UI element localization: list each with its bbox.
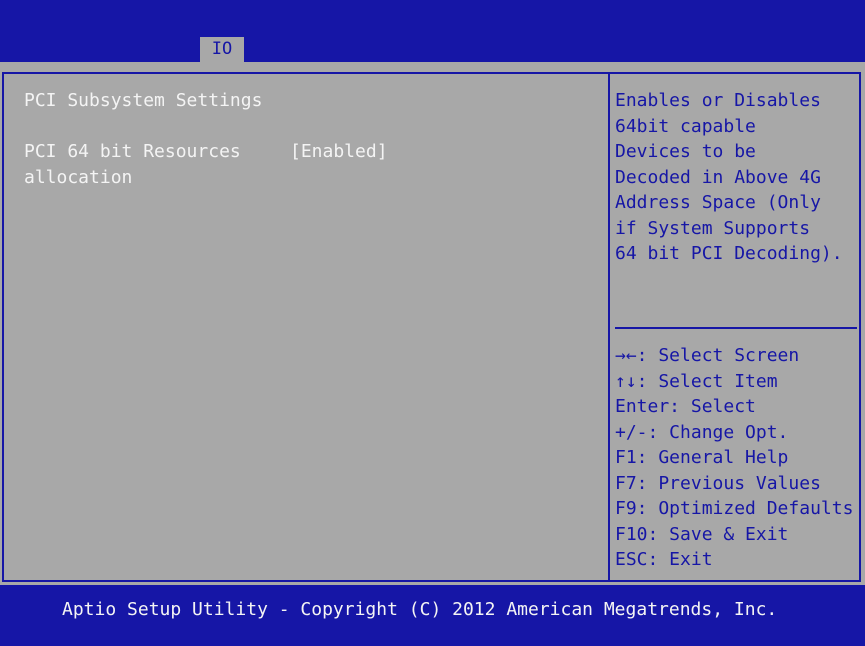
pane-divider xyxy=(608,72,610,582)
key-select-item: ↑↓: Select Item xyxy=(615,370,778,392)
key-general-help: F1: General Help xyxy=(615,447,789,468)
key-change-opt: +/-: Change Opt. xyxy=(615,421,789,443)
key-optimized-defaults: F9: Optimized Defaults xyxy=(615,498,854,519)
key-legend: →←: Select Screen ↑↓: Select Item Enter:… xyxy=(615,343,853,573)
section-title: PCI Subsystem Settings xyxy=(24,90,263,111)
setting-value-pci64[interactable]: [Enabled] xyxy=(290,139,388,165)
help-line: 64bit capable xyxy=(615,115,756,137)
key-save-exit: F10: Save & Exit xyxy=(615,523,789,545)
setting-label-pci64[interactable]: PCI 64 bit Resources xyxy=(24,139,241,165)
help-line: Decoded in Above 4G xyxy=(615,166,821,188)
help-line: Enables or Disables xyxy=(615,90,821,111)
help-line: if System Supports xyxy=(615,217,811,239)
help-line: Devices to be xyxy=(615,141,756,162)
key-previous-values: F7: Previous Values xyxy=(615,472,821,494)
top-menu-bar xyxy=(0,0,865,62)
key-select-screen: →←: Select Screen xyxy=(615,345,800,366)
footer-copyright: Aptio Setup Utility - Copyright (C) 2012… xyxy=(62,599,778,620)
help-text-pane: Enables or Disables 64bit capable Device… xyxy=(615,88,843,267)
help-line: 64 bit PCI Decoding). xyxy=(615,243,843,264)
key-enter: Enter: Select xyxy=(615,396,756,417)
help-divider xyxy=(615,327,857,329)
help-line: Address Space (Only xyxy=(615,192,821,213)
key-esc-exit: ESC: Exit xyxy=(615,549,713,570)
tab-io[interactable]: IO xyxy=(200,37,244,62)
setting-label-pci64-line2[interactable]: allocation xyxy=(24,165,132,191)
